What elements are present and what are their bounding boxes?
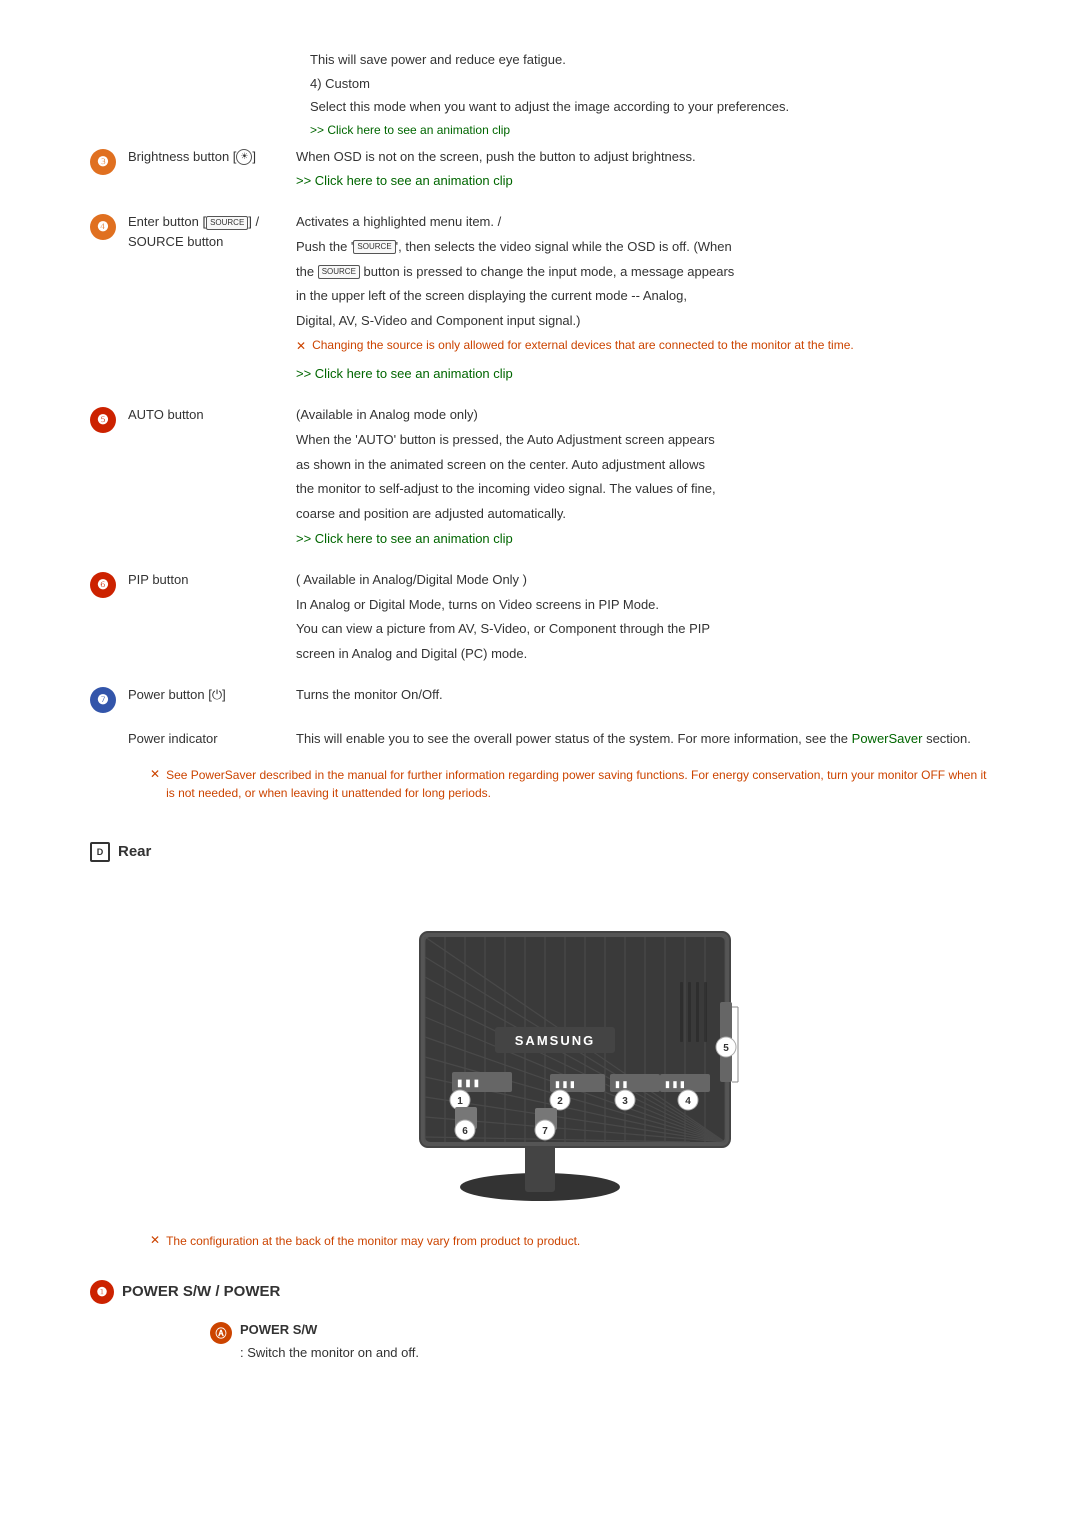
power-note-x-icon: ✕ — [150, 767, 160, 781]
source-desc-2: Push the 'source', then selects the vide… — [296, 237, 990, 258]
auto-row: ❺ AUTO button (Available in Analog mode … — [90, 405, 990, 554]
auto-desc-4: the monitor to self-adjust to the incomi… — [296, 479, 990, 500]
svg-text:2: 2 — [557, 1096, 563, 1107]
power-indicator-desc: This will enable you to see the overall … — [296, 729, 990, 750]
power-sw-section: ❶ POWER S/W / POWER Ⓐ POWER S/W : Switch… — [90, 1280, 990, 1364]
button-number-3: ❸ — [90, 149, 116, 175]
svg-text:6: 6 — [462, 1126, 468, 1137]
svg-text:3: 3 — [622, 1096, 628, 1107]
brightness-link[interactable]: >> Click here to see an animation clip — [296, 171, 990, 192]
button-number-4: ❹ — [90, 214, 116, 240]
rear-heading: D Rear — [90, 842, 990, 862]
power-sub-desc: : Switch the monitor on and off. — [240, 1343, 419, 1364]
power-indicator-text2: section. — [922, 731, 970, 746]
button-number-7: ❼ — [90, 687, 116, 713]
svg-text:5: 5 — [723, 1043, 729, 1054]
source-note-text: Changing the source is only allowed for … — [312, 336, 854, 354]
svg-text:▮ ▮ ▮: ▮ ▮ ▮ — [555, 1079, 575, 1089]
source-row: ❹ Enter button [source] /SOURCE button A… — [90, 212, 990, 389]
custom-link[interactable]: >> Click here to see an animation clip — [310, 121, 990, 139]
power-sw-heading-text: POWER S/W / POWER — [122, 1283, 280, 1300]
pip-desc: ( Available in Analog/Digital Mode Only … — [296, 570, 990, 669]
source-note: ✕ Changing the source is only allowed fo… — [296, 336, 990, 356]
powersaver-link[interactable]: PowerSaver — [852, 731, 923, 746]
brightness-row: ❸ Brightness button [☀] When OSD is not … — [90, 147, 990, 197]
source-label: Enter button [source] /SOURCE button — [116, 212, 296, 251]
source-desc-1: Activates a highlighted menu item. / — [296, 212, 990, 233]
rear-section: D Rear — [90, 832, 990, 1364]
pip-desc-3: You can view a picture from AV, S-Video,… — [296, 619, 990, 640]
button-number-5: ❺ — [90, 407, 116, 433]
monitor-image-container: SAMSUNG ▮ ▮ ▮ 1 ▮ ▮ ▮ 2 ▮ ▮ 3 ▮ — [90, 882, 990, 1202]
svg-text:▮ ▮ ▮: ▮ ▮ ▮ — [457, 1078, 479, 1089]
source-link[interactable]: >> Click here to see an animation clip — [296, 364, 990, 385]
rear-note: ✕ The configuration at the back of the m… — [150, 1232, 990, 1250]
power-sw-circle-icon: ❶ — [90, 1280, 114, 1304]
rear-icon: D — [90, 842, 110, 862]
auto-desc-5: coarse and position are adjusted automat… — [296, 504, 990, 525]
pip-desc-2: In Analog or Digital Mode, turns on Vide… — [296, 595, 990, 616]
rear-note-text: The configuration at the back of the mon… — [166, 1232, 580, 1250]
auto-link[interactable]: >> Click here to see an animation clip — [296, 529, 990, 550]
custom-desc: Select this mode when you want to adjust… — [310, 97, 990, 117]
svg-text:7: 7 — [542, 1126, 548, 1137]
top-text-block: This will save power and reduce eye fati… — [310, 50, 990, 139]
svg-text:1: 1 — [457, 1096, 463, 1107]
brightness-desc-1: When OSD is not on the screen, push the … — [296, 147, 990, 168]
auto-desc-2: When the 'AUTO' button is pressed, the A… — [296, 430, 990, 451]
source-icon: source — [206, 216, 248, 230]
custom-heading: 4) Custom — [310, 74, 990, 94]
auto-label: AUTO button — [116, 405, 296, 425]
svg-text:▮ ▮: ▮ ▮ — [615, 1079, 627, 1089]
auto-desc-3: as shown in the animated screen on the c… — [296, 455, 990, 476]
power-sub-content: POWER S/W : Switch the monitor on and of… — [240, 1320, 419, 1364]
source-desc: Activates a highlighted menu item. / Pus… — [296, 212, 990, 389]
save-power-text: This will save power and reduce eye fati… — [310, 50, 990, 70]
pip-label: PIP button — [116, 570, 296, 590]
power-saving-note-text: See PowerSaver described in the manual f… — [166, 766, 990, 802]
brightness-label: Brightness button [☀] — [116, 147, 296, 167]
svg-text:4: 4 — [685, 1096, 691, 1107]
power-indicator-label: Power indicator — [116, 729, 296, 749]
power-sub-circle-icon: Ⓐ — [210, 1322, 232, 1344]
pip-desc-1: ( Available in Analog/Digital Mode Only … — [296, 570, 990, 591]
power-button-label: Power button [⏻] — [116, 685, 296, 705]
source-desc-4: in the upper left of the screen displayi… — [296, 286, 990, 307]
auto-desc: (Available in Analog mode only) When the… — [296, 405, 990, 554]
power-sw-heading: ❶ POWER S/W / POWER — [90, 1280, 990, 1304]
power-button-row: ❼ Power button [⏻] Turns the monitor On/… — [90, 685, 990, 713]
power-button-desc: Turns the monitor On/Off. — [296, 685, 990, 706]
pip-desc-4: screen in Analog and Digital (PC) mode. — [296, 644, 990, 665]
power-sub-block: Ⓐ POWER S/W : Switch the monitor on and … — [210, 1320, 990, 1364]
power-indicator-row: Power indicator This will enable you to … — [90, 729, 990, 750]
auto-desc-1: (Available in Analog mode only) — [296, 405, 990, 426]
source-desc-3: the source button is pressed to change t… — [296, 262, 990, 283]
source-icon-inline2: source — [318, 265, 360, 279]
brightness-icon: ☀ — [236, 149, 252, 165]
pip-row: ❻ PIP button ( Available in Analog/Digit… — [90, 570, 990, 669]
svg-text:SAMSUNG: SAMSUNG — [515, 1033, 595, 1048]
source-icon-inline: source — [353, 240, 395, 254]
power-indicator-text1: This will enable you to see the overall … — [296, 731, 852, 746]
power-saving-note: ✕ See PowerSaver described in the manual… — [150, 766, 990, 802]
source-desc-5: Digital, AV, S-Video and Component input… — [296, 311, 990, 332]
svg-text:▮ ▮ ▮: ▮ ▮ ▮ — [665, 1079, 685, 1089]
note-x-icon: ✕ — [296, 337, 306, 356]
monitor-rear-svg: SAMSUNG ▮ ▮ ▮ 1 ▮ ▮ ▮ 2 ▮ ▮ 3 ▮ — [340, 882, 740, 1202]
rear-heading-text: Rear — [118, 843, 151, 860]
power-sub-title: POWER S/W — [240, 1320, 419, 1341]
content-area: This will save power and reduce eye fati… — [90, 20, 990, 1363]
brightness-desc: When OSD is not on the screen, push the … — [296, 147, 990, 197]
rear-note-x-icon: ✕ — [150, 1233, 160, 1247]
button-number-6: ❻ — [90, 572, 116, 598]
